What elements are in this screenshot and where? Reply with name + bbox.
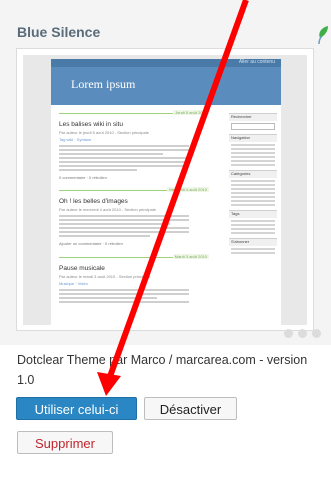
preview-sidebar: Rechercher Navigation Catégories Tags S'…	[229, 109, 277, 256]
preview-post-footer: 0 commentaire · 0 rétrolien	[59, 175, 107, 180]
preview-site-title: Lorem ipsum	[71, 77, 136, 91]
preview-post-meta: Par auteur le jeudi 5 août 2010 - Sectio…	[59, 130, 149, 135]
preview-post-body	[59, 145, 189, 173]
preview-sidebar-heading: Rechercher	[229, 113, 277, 121]
preview-post-title: Pause musicale	[59, 265, 105, 272]
preview-post-date: Mercredi 4 août 2010	[59, 187, 209, 195]
preview-post-title: Les balises wiki in situ	[59, 121, 123, 128]
theme-description: Dotclear Theme par Marco / marcarea.com …	[17, 353, 308, 387]
preview-content: Jeudi 5 août 2010 Les balises wiki in si…	[51, 105, 281, 325]
pagination-dot[interactable]	[298, 329, 307, 338]
preview-header: Lorem ipsum	[51, 67, 281, 105]
preview-sidebar-heading: Catégories	[229, 170, 277, 178]
theme-card: Blue Silence Aller au contenu Lorem ipsu…	[0, 0, 331, 484]
preview-sidebar-heading: Navigation	[229, 134, 277, 142]
preview-post-body	[59, 289, 189, 305]
theme-preview-image[interactable]: Aller au contenu Lorem ipsum Jeudi 5 aoû…	[16, 48, 314, 331]
preview-post-meta: Par auteur le mercredi 4 août 2010 - Sec…	[59, 207, 156, 212]
preview-post-meta: Par auteur le mardi 3 août 2010 - Sectio…	[59, 274, 151, 279]
preview-post-date: Mardi 3 août 2010	[59, 254, 209, 262]
preview-post-footer: Ajouter un commentaire · 0 rétrolien	[59, 241, 123, 246]
preview-post-tags: Musique · Vidéo	[59, 281, 88, 286]
theme-name: Blue Silence	[17, 24, 101, 40]
pagination-dot[interactable]	[284, 329, 293, 338]
use-theme-button[interactable]: Utiliser celui-ci	[16, 397, 137, 420]
leaf-icon	[318, 26, 328, 45]
preview-post-title: Oh ! les belles d'images	[59, 198, 128, 205]
deactivate-button[interactable]: Désactiver	[144, 397, 237, 420]
pagination-dot[interactable]	[312, 329, 321, 338]
preview-top-link: Aller au contenu	[238, 59, 275, 65]
preview-topbar: Aller au contenu	[51, 59, 281, 67]
preview-post-date: Jeudi 5 août 2010	[59, 110, 209, 118]
preview-sidebar-heading: Tags	[229, 210, 277, 218]
preview-post-body	[59, 215, 189, 239]
preview-post-tags: Tag wiki · Syntaxe	[59, 137, 92, 142]
theme-card-header-area: Blue Silence Aller au contenu Lorem ipsu…	[0, 0, 331, 345]
preview-sidebar-heading: S'abonner	[229, 238, 277, 246]
delete-button[interactable]: Supprimer	[17, 431, 113, 454]
